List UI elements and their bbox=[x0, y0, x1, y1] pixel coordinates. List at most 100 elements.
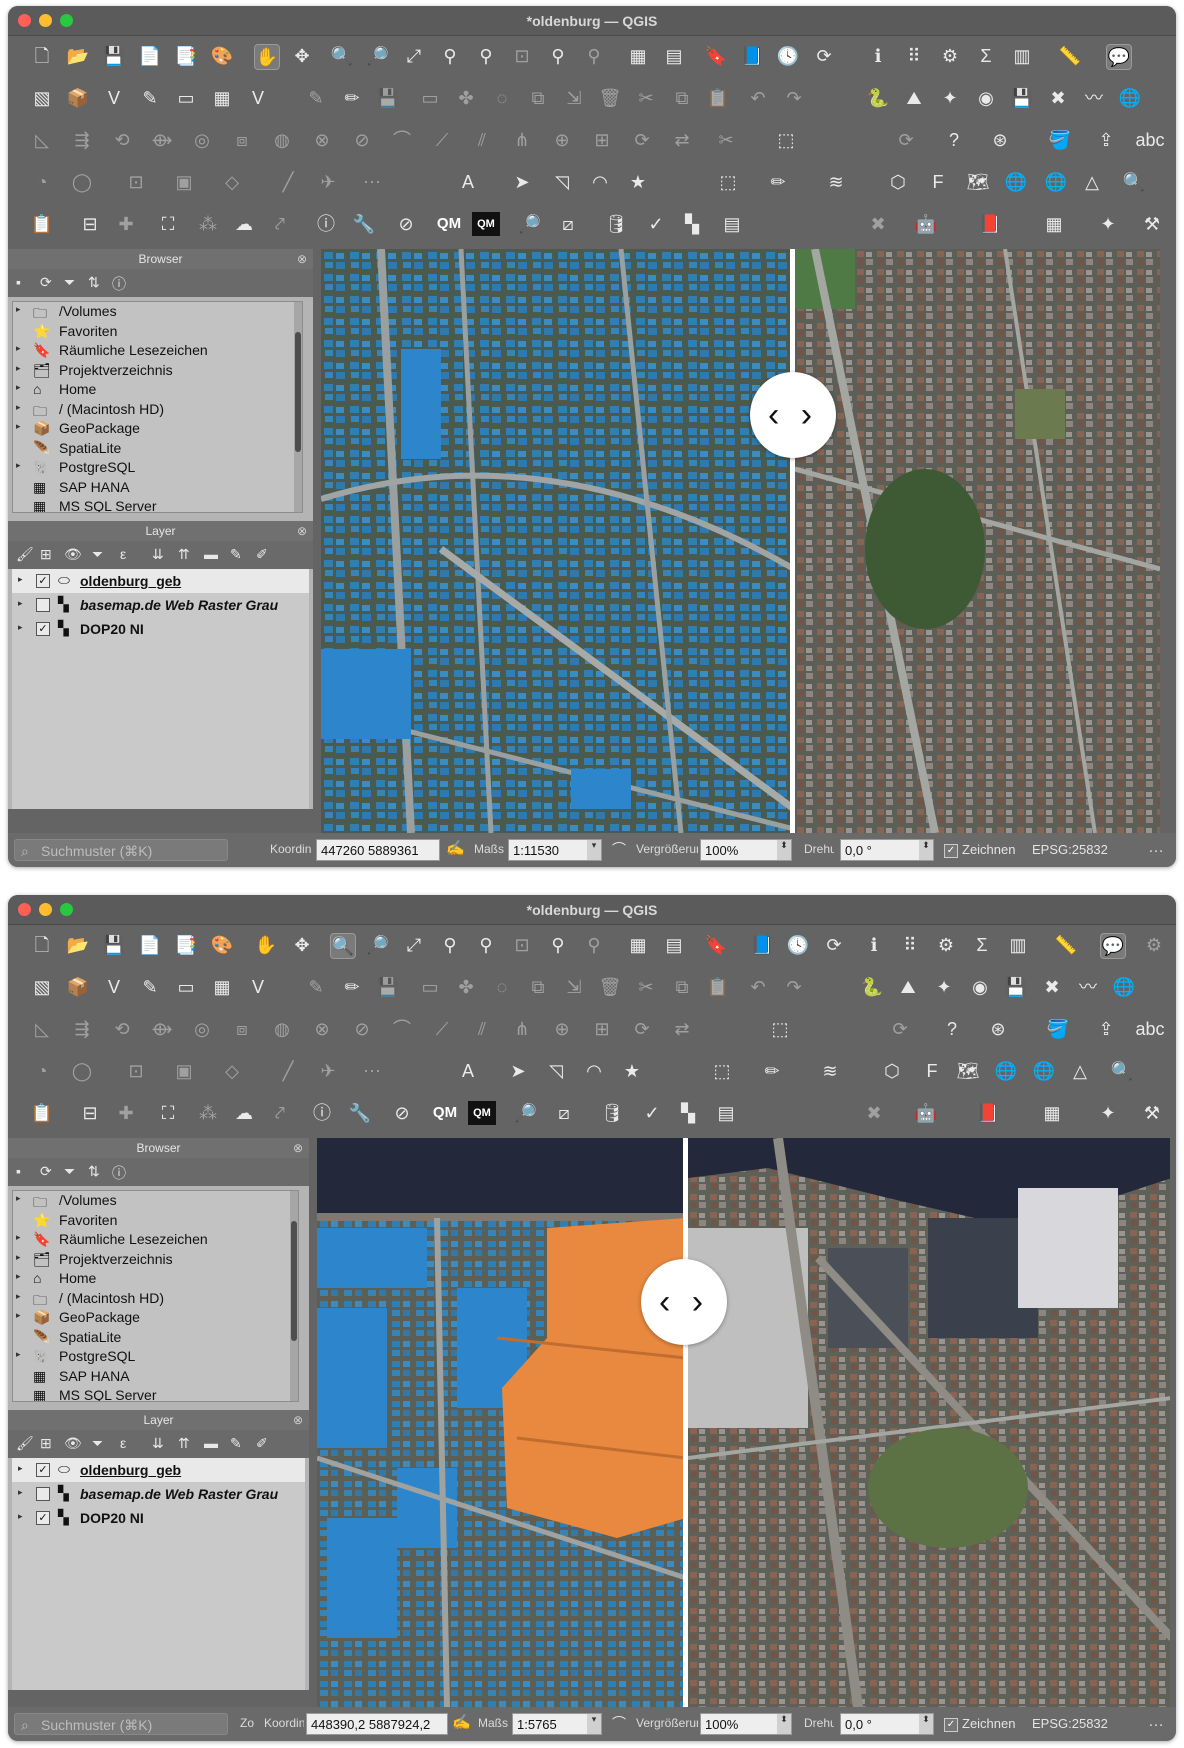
checkerboard-icon[interactable]: ▚ bbox=[676, 1101, 700, 1125]
label-abc-icon[interactable]: abc bbox=[1135, 128, 1164, 152]
locator-plugin-icon[interactable]: 🔍 bbox=[1110, 1059, 1134, 1083]
geocoder-plugin-icon[interactable]: ✦ bbox=[932, 975, 956, 999]
zoom-in-icon[interactable]: 🔍 bbox=[330, 44, 354, 68]
remove-plugin-icon[interactable]: ✖ bbox=[1040, 975, 1064, 999]
georeferencer-icon[interactable]: ⊛ bbox=[986, 1017, 1010, 1041]
layer-visibility-checkbox[interactable]: ✓ bbox=[36, 574, 50, 588]
db-manager-icon[interactable]: 🛢 bbox=[600, 1101, 624, 1125]
digitize-layer-icon[interactable]: ✐ bbox=[256, 1435, 268, 1452]
move-label-icon[interactable]: ⋯ bbox=[360, 170, 384, 194]
fill-ring-icon[interactable]: ◍ bbox=[270, 128, 294, 152]
split-features-icon[interactable]: ⫽ bbox=[470, 128, 494, 152]
refresh-icon[interactable]: ⟳ bbox=[822, 933, 846, 957]
save-edits-icon[interactable]: 💾 bbox=[376, 86, 400, 110]
new-shapefile-layer-icon[interactable]: V bbox=[102, 86, 126, 110]
formula-plugin-icon[interactable]: F bbox=[926, 170, 950, 194]
map-cursor-plugin-icon[interactable]: 🗺 bbox=[966, 170, 990, 194]
measure-angle-icon[interactable]: ◔ bbox=[30, 170, 54, 194]
globe-plugin-icon[interactable]: 🌐 bbox=[1112, 975, 1136, 999]
blocked-plugin-icon[interactable]: ⊘ bbox=[394, 212, 418, 236]
add-ring-icon[interactable]: ◎ bbox=[190, 128, 214, 152]
layer-stack-icon[interactable]: ≋ bbox=[824, 170, 848, 194]
digitize-shape-icon[interactable]: ◌ bbox=[490, 86, 514, 110]
browser-item-home[interactable]: ▸ ⌂ Home bbox=[13, 380, 302, 400]
hammer-plugin-icon[interactable]: ⚒ bbox=[1140, 1101, 1164, 1125]
form-annotation-icon[interactable]: ◇ bbox=[220, 1059, 244, 1083]
show-bookmarks-icon[interactable]: 📘 bbox=[750, 933, 774, 957]
db-save-icon[interactable]: 💾 bbox=[1010, 86, 1034, 110]
merge-attributes-icon[interactable]: ⊞ bbox=[590, 1017, 614, 1041]
blocked-plugin-icon[interactable]: ⊘ bbox=[390, 1101, 414, 1125]
measure-angle-icon[interactable]: ◔ bbox=[30, 1059, 54, 1083]
locator-plugin-icon[interactable]: 🔍 bbox=[1122, 170, 1146, 194]
vertex-tool-icon[interactable]: ✤ bbox=[454, 86, 478, 110]
data-source-manager-icon[interactable]: ▧ bbox=[30, 975, 54, 999]
highlight-star-icon[interactable]: ★ bbox=[626, 170, 650, 194]
browser-item-saphana[interactable]: ▦ SAP HANA bbox=[13, 478, 302, 498]
new-geopackage-layer-icon[interactable]: 📦 bbox=[66, 86, 90, 110]
edit-pencil-icon[interactable]: ✏ bbox=[760, 1059, 784, 1083]
search-globe-plugin-icon[interactable]: 🌐 bbox=[1032, 1059, 1056, 1083]
collapse-layers-icon[interactable]: ⇈ bbox=[178, 1435, 190, 1452]
map-tips-icon[interactable]: 💬 bbox=[1106, 44, 1132, 70]
select-features-icon[interactable]: ⬚ bbox=[768, 1017, 792, 1041]
new-bookmark-icon[interactable]: 🔖 bbox=[704, 44, 728, 68]
layer-row-oldenburg-geb[interactable]: ▸ ✓ ⬭ oldenburg_geb bbox=[12, 1458, 305, 1482]
clipboard-plugin-icon[interactable]: 📋 bbox=[30, 1101, 54, 1125]
green-shape-icon[interactable]: ☁ bbox=[232, 212, 256, 236]
current-edits-icon[interactable]: ✎ bbox=[304, 86, 328, 110]
new-project-icon[interactable]: 🗋 bbox=[30, 933, 54, 957]
table-plugin-icon[interactable]: ▤ bbox=[714, 1101, 738, 1125]
save-edits-icon[interactable]: 💾 bbox=[376, 975, 400, 999]
pan-to-selection-icon[interactable]: ✥ bbox=[290, 933, 314, 957]
new-bookmark-icon[interactable]: 🔖 bbox=[704, 933, 728, 957]
add-mesh-layer-icon[interactable]: V bbox=[246, 86, 270, 110]
coordinate-field[interactable]: 447260 5889361 bbox=[316, 839, 440, 861]
delete-ring-icon[interactable]: ⊗ bbox=[310, 128, 334, 152]
scatter-tool-icon[interactable]: ⁂ bbox=[196, 212, 220, 236]
browser-item-mssql[interactable]: ▦ MS SQL Server bbox=[13, 497, 302, 512]
browser-item-postgresql[interactable]: ▸ 🐘 PostgreSQL bbox=[13, 458, 302, 478]
rotate-tool-icon[interactable]: ⟲ bbox=[110, 128, 134, 152]
layer-visibility-checkbox[interactable] bbox=[36, 598, 50, 612]
vertex-edit-icon[interactable]: ⤤ bbox=[268, 212, 292, 236]
style-manager-icon[interactable]: 🎨 bbox=[210, 44, 234, 68]
cut-features-icon[interactable]: ✂ bbox=[634, 86, 658, 110]
move-tool-icon[interactable]: ⇶ bbox=[70, 128, 94, 152]
data-source-manager-icon[interactable]: ▧ bbox=[30, 86, 54, 110]
terrain-plugin-icon[interactable]: ⛰ bbox=[902, 86, 926, 110]
shape-digitize-icon[interactable]: ◹ bbox=[544, 1059, 568, 1083]
toggle-extents-icon[interactable]: ✍ bbox=[446, 839, 465, 857]
browser-tree[interactable]: ▸ 🗀/Volumes ⭐ Favoriten ▸ 🔖 Räumliche Leseze… bbox=[12, 301, 303, 513]
close-browser-icon[interactable]: ⊗ bbox=[297, 249, 307, 269]
refresh-browser-icon[interactable]: ⟳ bbox=[40, 1163, 52, 1180]
color-wheel-icon[interactable]: ◉ bbox=[968, 975, 992, 999]
pdf-plugin-icon[interactable]: 📕 bbox=[978, 212, 1002, 236]
hexagon-plugin-icon[interactable]: ⬡ bbox=[880, 1059, 904, 1083]
browser-tree[interactable]: ▸ 🗀/Volumes ⭐ Favoriten ▸ 🔖 Räumliche Leseze… bbox=[12, 1190, 299, 1402]
collapse-all-icon[interactable]: ⇅ bbox=[88, 274, 100, 291]
merge-features-icon[interactable]: ⊕ bbox=[550, 1017, 574, 1041]
select-pointer-icon[interactable]: ➤ bbox=[506, 1059, 530, 1083]
select-by-value-icon[interactable]: ⟳ bbox=[894, 128, 918, 152]
vector-check-icon[interactable]: ✓ bbox=[644, 212, 668, 236]
quickmap-plugin-icon[interactable]: QM bbox=[434, 212, 464, 236]
rotation-spinbox[interactable]: 0,0 ° ⬍ bbox=[840, 839, 934, 861]
browser-item-macintosh[interactable]: ▸ 🗀 / (Macintosh HD) bbox=[13, 400, 302, 420]
save-project-icon[interactable]: 💾 bbox=[102, 933, 126, 957]
cross-plugin-icon[interactable]: ✚ bbox=[114, 1101, 138, 1125]
undo-icon[interactable]: ↶ bbox=[746, 86, 770, 110]
show-bookmarks-icon[interactable]: 📘 bbox=[740, 44, 764, 68]
draw-line-icon[interactable]: ╱ bbox=[276, 170, 300, 194]
scale-lock-icon[interactable]: ⌒ bbox=[612, 839, 626, 859]
messages-icon[interactable]: … bbox=[1148, 1713, 1164, 1731]
zoom-next-icon[interactable]: ⚲ bbox=[582, 44, 606, 68]
layer-labeling-icon[interactable]: A bbox=[456, 1059, 480, 1083]
hexagon-plugin-icon[interactable]: ⬡ bbox=[886, 170, 910, 194]
zoom-to-layer-icon[interactable]: ⚲ bbox=[474, 44, 498, 68]
wrench-plugin-icon[interactable]: 🔧 bbox=[348, 1101, 372, 1125]
vertex-edit-icon[interactable]: ⤤ bbox=[268, 1101, 292, 1125]
add-raster-layer-icon[interactable]: ▦ bbox=[210, 975, 234, 999]
form-annotation-icon[interactable]: ◇ bbox=[220, 170, 244, 194]
select-pointer-icon[interactable]: ➤ bbox=[510, 170, 534, 194]
